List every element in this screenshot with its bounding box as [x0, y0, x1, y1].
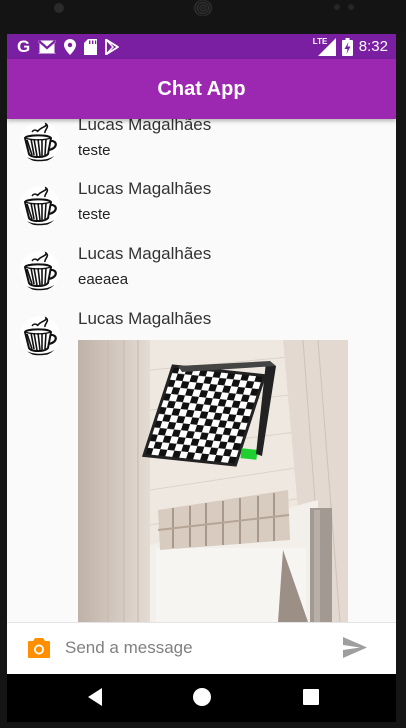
front-camera [54, 3, 64, 13]
message-sender: Lucas Magalhães [78, 119, 212, 134]
gmail-icon [38, 39, 56, 53]
message-composer [7, 622, 396, 674]
message-sender: Lucas Magalhães [78, 179, 212, 198]
phone-screen: G LTE 8:32 Chat App Lucas Magalhães test… [7, 34, 396, 674]
message-list[interactable]: Lucas Magalhães teste Lucas Magalhães te… [7, 119, 396, 622]
coffee-cup-icon [23, 251, 57, 291]
message-text: teste [78, 142, 111, 159]
avatar [20, 122, 60, 162]
back-icon[interactable] [85, 686, 105, 708]
play-store-icon [105, 38, 120, 55]
message-text: teste [78, 206, 111, 223]
avatar [20, 251, 60, 291]
location-icon [64, 38, 77, 55]
send-icon[interactable] [343, 637, 367, 658]
coffee-cup-icon [23, 186, 57, 226]
coffee-cup-icon [23, 316, 57, 356]
message-sender: Lucas Magalhães [78, 309, 212, 328]
system-nav-bar [7, 674, 396, 722]
light-sensor [348, 4, 354, 10]
battery-charging-icon [341, 37, 353, 56]
network-type-label: LTE [312, 36, 328, 46]
coffee-cup-icon [23, 122, 57, 162]
camera-icon[interactable] [28, 638, 50, 658]
status-time: 8:32 [358, 38, 388, 55]
app-bar: Chat App [7, 59, 396, 119]
message-sender: Lucas Magalhães [78, 244, 212, 263]
earpiece-speaker [193, 0, 213, 16]
home-icon[interactable] [191, 686, 213, 708]
google-icon: G [17, 37, 31, 56]
message-text: eaeaea [78, 271, 129, 288]
avatar [20, 316, 60, 356]
status-bar: G LTE 8:32 [7, 34, 396, 59]
avatar [20, 186, 60, 226]
sd-card-icon [84, 38, 98, 55]
device-bezel-top [0, 0, 406, 34]
recents-icon[interactable] [300, 686, 322, 708]
app-title: Chat App [157, 78, 246, 100]
message-input[interactable] [65, 635, 315, 661]
lte-signal-icon: LTE [312, 36, 336, 56]
proximity-sensor [334, 4, 340, 10]
message-image[interactable] [78, 340, 348, 622]
